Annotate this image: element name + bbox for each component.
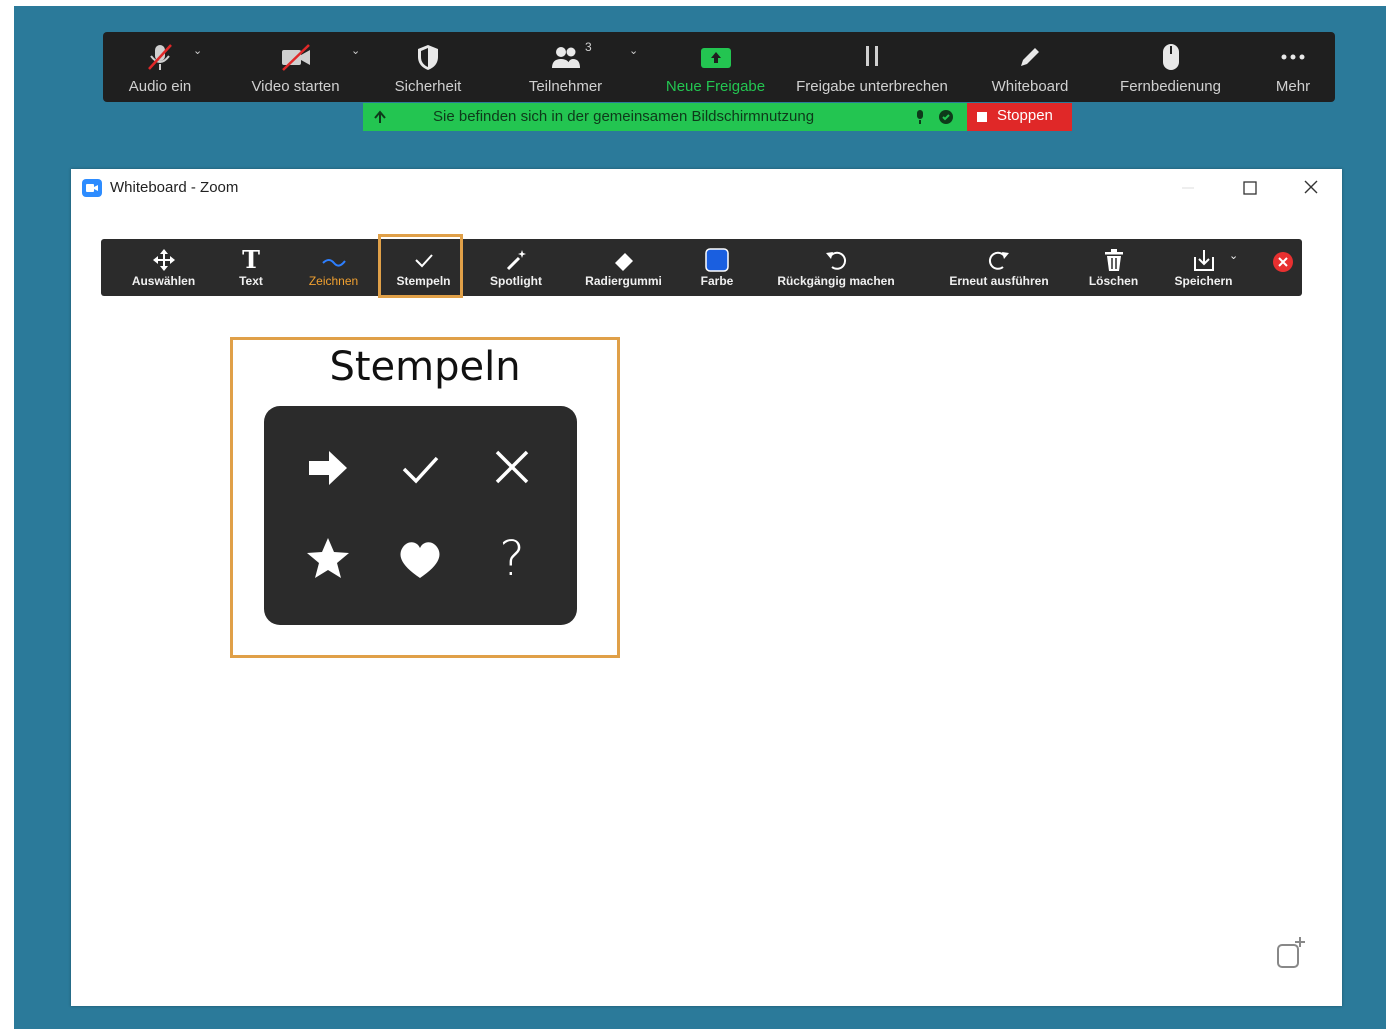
tool-redo[interactable]: Erneut ausführen bbox=[939, 239, 1059, 296]
maximize-icon bbox=[1243, 181, 1257, 195]
new-page-icon[interactable] bbox=[1274, 935, 1310, 971]
screen-share-banner: Sie befinden sich in der gemeinsamen Bil… bbox=[363, 103, 967, 131]
new-share-label: Neue Freigabe bbox=[665, 78, 766, 95]
move-arrows-icon bbox=[152, 249, 175, 271]
callout-title: Stempeln bbox=[329, 344, 521, 390]
audio-label: Audio ein bbox=[128, 78, 192, 95]
pause-icon bbox=[866, 46, 878, 66]
whiteboard-window: Whiteboard - Zoom Auswählen T Text Zeich… bbox=[71, 169, 1342, 1006]
tool-undo-label: Rückgängig machen bbox=[777, 274, 895, 288]
zoom-logo-icon bbox=[82, 179, 102, 197]
tool-color[interactable]: Farbe bbox=[691, 239, 743, 296]
tool-spotlight[interactable]: Spotlight bbox=[476, 239, 556, 296]
color-square-icon bbox=[705, 248, 729, 272]
participants-button[interactable]: 3 Teilnehmer bbox=[513, 32, 618, 102]
whiteboard-button[interactable]: Whiteboard bbox=[980, 32, 1080, 102]
video-label: Video starten bbox=[251, 78, 340, 95]
tool-eraser-label: Radiergummi bbox=[585, 274, 662, 288]
more-dots-icon bbox=[1281, 54, 1305, 60]
audio-button[interactable]: Audio ein bbox=[115, 32, 205, 102]
video-options-chevron-icon[interactable]: ⌄ bbox=[351, 44, 360, 57]
trash-icon bbox=[1104, 249, 1123, 271]
security-status-icon bbox=[939, 110, 953, 124]
tool-redo-label: Erneut ausführen bbox=[949, 274, 1049, 288]
participants-icon bbox=[551, 47, 580, 68]
stop-square-icon bbox=[977, 112, 987, 122]
arrow-right-icon[interactable] bbox=[303, 443, 353, 493]
participants-options-chevron-icon[interactable]: ⌄ bbox=[629, 44, 638, 57]
save-icon bbox=[1193, 250, 1214, 271]
drag-handle-icon[interactable] bbox=[371, 108, 389, 126]
draw-line-icon bbox=[321, 259, 346, 267]
tool-spotlight-label: Spotlight bbox=[490, 274, 542, 288]
magic-wand-icon bbox=[506, 250, 526, 271]
mouse-icon bbox=[1162, 44, 1179, 70]
new-share-button[interactable]: Neue Freigabe bbox=[658, 32, 773, 102]
participant-count: 3 bbox=[585, 40, 592, 54]
participants-label: Teilnehmer bbox=[528, 78, 603, 95]
x-mark-icon[interactable] bbox=[487, 443, 537, 493]
undo-icon bbox=[826, 251, 847, 270]
pause-share-button[interactable]: Freigabe unterbrechen bbox=[788, 32, 956, 102]
tool-save-label: Speichern bbox=[1174, 274, 1233, 288]
stamp-menu: ? bbox=[264, 406, 577, 625]
tool-draw-label: Zeichnen bbox=[308, 274, 359, 288]
close-whiteboard-icon[interactable] bbox=[1272, 251, 1294, 273]
tool-undo[interactable]: Rückgängig machen bbox=[766, 239, 906, 296]
eraser-icon bbox=[614, 253, 633, 271]
more-label: Mehr bbox=[1275, 78, 1311, 95]
window-title: Whiteboard - Zoom bbox=[110, 179, 239, 196]
tool-select-label: Auswählen bbox=[131, 274, 196, 288]
meeting-control-bar: Audio ein ⌄ Video starten ⌄ Sicherheit 3… bbox=[103, 32, 1335, 102]
stamp-callout: Stempeln ? bbox=[230, 337, 620, 658]
tool-save[interactable]: Speichern bbox=[1166, 239, 1241, 296]
tool-delete-label: Löschen bbox=[1088, 274, 1139, 288]
microphone-status-icon bbox=[917, 110, 923, 124]
heart-icon[interactable] bbox=[395, 534, 445, 584]
desktop-background: Audio ein ⌄ Video starten ⌄ Sicherheit 3… bbox=[14, 6, 1386, 1029]
question-mark-icon[interactable]: ? bbox=[487, 534, 537, 584]
security-label: Sicherheit bbox=[394, 78, 462, 95]
more-button[interactable]: Mehr bbox=[1253, 32, 1333, 102]
stop-share-label: Stoppen bbox=[997, 107, 1053, 124]
tool-select[interactable]: Auswählen bbox=[126, 239, 201, 296]
text-icon: T bbox=[242, 245, 260, 274]
share-screen-icon bbox=[700, 48, 731, 68]
tool-text[interactable]: T Text bbox=[221, 239, 281, 296]
star-icon[interactable] bbox=[303, 534, 353, 584]
tool-draw[interactable]: Zeichnen bbox=[301, 239, 366, 296]
security-button[interactable]: Sicherheit bbox=[383, 32, 473, 102]
maximize-button[interactable] bbox=[1234, 174, 1266, 202]
stamp-tool-highlight bbox=[378, 234, 463, 298]
remote-control-label: Fernbedienung bbox=[1120, 78, 1221, 95]
stop-share-button[interactable]: Stoppen bbox=[967, 103, 1072, 131]
tool-color-label: Farbe bbox=[700, 274, 734, 288]
minimize-icon bbox=[1182, 187, 1194, 189]
whiteboard-label: Whiteboard bbox=[991, 78, 1069, 95]
video-off-icon bbox=[281, 44, 310, 71]
remote-control-button[interactable]: Fernbedienung bbox=[1108, 32, 1233, 102]
minimize-button[interactable] bbox=[1172, 174, 1204, 202]
tool-text-label: Text bbox=[239, 274, 263, 288]
pencil-icon bbox=[1021, 48, 1039, 66]
close-icon bbox=[1304, 180, 1318, 194]
microphone-muted-icon bbox=[148, 44, 172, 70]
whiteboard-toolbar: Auswählen T Text Zeichnen Stempeln Spotl… bbox=[101, 239, 1302, 296]
audio-options-chevron-icon[interactable]: ⌄ bbox=[193, 44, 202, 57]
tool-delete[interactable]: Löschen bbox=[1081, 239, 1146, 296]
screen-share-status-text: Sie befinden sich in der gemeinsamen Bil… bbox=[433, 108, 815, 125]
tool-eraser[interactable]: Radiergummi bbox=[576, 239, 671, 296]
redo-icon bbox=[988, 251, 1009, 270]
shield-icon bbox=[418, 45, 438, 70]
video-button[interactable]: Video starten bbox=[243, 32, 348, 102]
checkmark-icon[interactable] bbox=[395, 443, 445, 493]
pause-share-label: Freigabe unterbrechen bbox=[796, 78, 948, 95]
save-options-chevron-icon[interactable]: ⌄ bbox=[1229, 249, 1238, 262]
close-window-button[interactable] bbox=[1295, 174, 1327, 202]
